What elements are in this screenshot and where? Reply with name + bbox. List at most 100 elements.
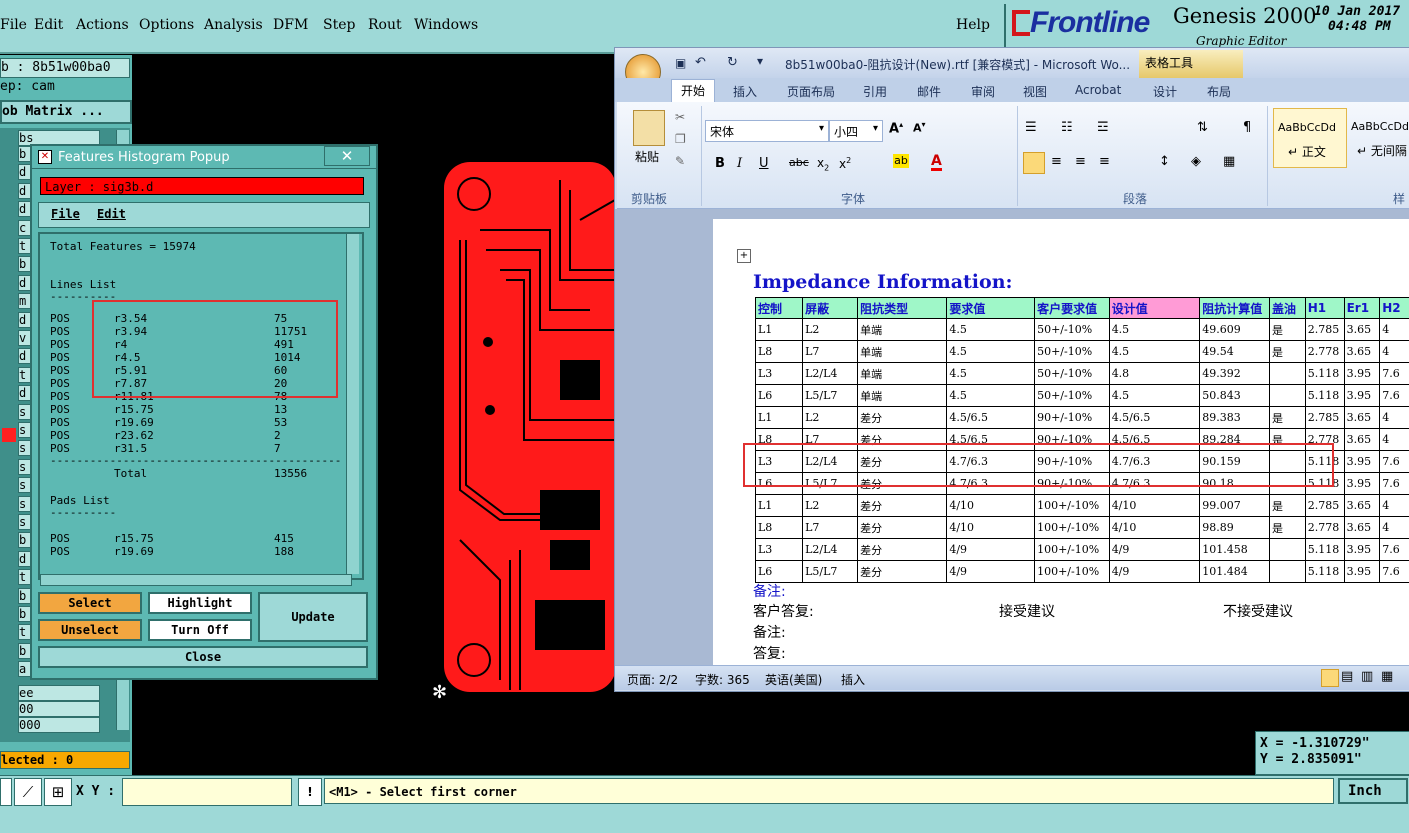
table-cell[interactable]: L8 xyxy=(756,341,803,363)
table-cell[interactable]: L3 xyxy=(756,363,803,385)
units-select[interactable]: Inch xyxy=(1338,778,1408,804)
menu-actions[interactable]: Actions xyxy=(76,17,129,33)
table-cell[interactable]: 3.65 xyxy=(1344,495,1380,517)
table-header-cell[interactable]: Er1 xyxy=(1344,298,1380,319)
menu-windows[interactable]: Windows xyxy=(414,17,478,33)
subscript-icon[interactable]: x2 xyxy=(817,156,829,172)
table-cell[interactable]: 4/9 xyxy=(1109,539,1200,561)
table-cell[interactable]: 50+/-10% xyxy=(1035,341,1110,363)
document-page[interactable]: + Impedance Information: 控制屏蔽阻抗类型要求值客户要求… xyxy=(713,219,1409,665)
table-cell[interactable]: 5.118 xyxy=(1305,385,1344,407)
highlight-color-icon[interactable]: ab xyxy=(893,154,909,168)
table-cell[interactable]: 50+/-10% xyxy=(1035,385,1110,407)
table-cell[interactable]: 差分 xyxy=(858,407,947,429)
shrink-font-icon[interactable]: A▾ xyxy=(913,120,926,135)
popup-menu-edit[interactable]: Edit xyxy=(97,207,126,221)
menu-options[interactable]: Options xyxy=(139,17,194,33)
turn-off-button[interactable]: Turn Off xyxy=(148,619,252,641)
table-cell[interactable]: 4/9 xyxy=(947,539,1035,561)
cut-icon[interactable]: ✂ xyxy=(675,110,685,124)
table-cell[interactable]: L7 xyxy=(803,341,858,363)
table-cell[interactable]: 4/10 xyxy=(947,495,1035,517)
layer-affected-marker[interactable] xyxy=(2,428,16,442)
table-cell[interactable]: 4 xyxy=(1380,341,1409,363)
table-cell[interactable]: 3.65 xyxy=(1344,341,1380,363)
paste-label[interactable]: 粘贴 xyxy=(635,148,659,165)
status-insert-mode[interactable]: 插入 xyxy=(841,671,865,688)
align-right-icon[interactable]: ≡ xyxy=(1075,154,1086,169)
sort-icon[interactable]: ⇅ xyxy=(1197,120,1208,135)
table-cell[interactable]: 4.5 xyxy=(947,319,1035,341)
undo-icon[interactable]: ↶ xyxy=(695,55,706,70)
table-cell[interactable]: 2.785 xyxy=(1305,495,1344,517)
table-cell[interactable]: 4 xyxy=(1380,495,1409,517)
table-cell[interactable]: 单端 xyxy=(858,319,947,341)
status-words[interactable]: 字数: 365 xyxy=(695,671,750,688)
table-header-cell[interactable]: 客户要求值 xyxy=(1035,298,1110,319)
redo-icon[interactable]: ↻ xyxy=(727,55,738,70)
font-name-select[interactable]: 宋体 ▾ xyxy=(705,120,829,142)
table-cell[interactable]: L1 xyxy=(756,319,803,341)
table-header-cell[interactable]: H1 xyxy=(1305,298,1344,319)
menu-help[interactable]: Help xyxy=(956,17,990,33)
table-cell[interactable]: 2.778 xyxy=(1305,517,1344,539)
shading-icon[interactable]: ◈ xyxy=(1191,154,1201,169)
table-header-cell[interactable]: 屏蔽 xyxy=(803,298,858,319)
multilevel-list-icon[interactable]: ☲ xyxy=(1097,120,1109,135)
toolbar-button[interactable] xyxy=(0,778,12,806)
table-move-handle-icon[interactable]: + xyxy=(737,249,751,263)
table-cell[interactable]: L2 xyxy=(803,319,858,341)
table-header-cell[interactable]: 设计值 xyxy=(1109,298,1200,319)
table-cell[interactable]: 7.6 xyxy=(1380,363,1409,385)
table-cell[interactable]: 差分 xyxy=(858,495,947,517)
table-cell[interactable]: 4 xyxy=(1380,429,1409,451)
align-center-icon[interactable]: ≡ xyxy=(1051,154,1062,169)
table-cell[interactable] xyxy=(1270,363,1306,385)
line-spacing-icon[interactable]: ↕ xyxy=(1159,154,1170,169)
style-normal[interactable]: AaBbCcDd ↵ 正文 xyxy=(1273,108,1347,168)
table-cell[interactable]: 差分 xyxy=(858,561,947,583)
show-marks-icon[interactable]: ¶ xyxy=(1243,120,1251,135)
table-cell[interactable]: 100+/-10% xyxy=(1035,539,1110,561)
tab-page-layout[interactable]: 页面布局 xyxy=(787,83,835,100)
tab-acrobat[interactable]: Acrobat xyxy=(1075,83,1121,97)
table-cell[interactable]: L2 xyxy=(803,407,858,429)
layer-row-00[interactable]: 00 xyxy=(18,701,100,717)
table-cell[interactable]: L2 xyxy=(803,495,858,517)
histogram-hscrollbar[interactable] xyxy=(40,574,352,586)
histogram-vscrollbar[interactable] xyxy=(346,234,359,574)
table-cell[interactable]: 4/10 xyxy=(1109,517,1200,539)
align-left-icon[interactable] xyxy=(1023,152,1045,174)
table-cell[interactable]: 4 xyxy=(1380,407,1409,429)
font-color-icon[interactable]: A xyxy=(931,154,942,171)
font-size-select[interactable]: 小四 ▾ xyxy=(829,120,883,142)
table-cell[interactable]: 50.843 xyxy=(1200,385,1270,407)
table-cell[interactable]: 2.778 xyxy=(1305,341,1344,363)
grow-font-icon[interactable]: A▴ xyxy=(889,120,903,136)
select-button[interactable]: Select xyxy=(38,592,142,614)
table-cell[interactable]: 4 xyxy=(1380,517,1409,539)
tab-review[interactable]: 审阅 xyxy=(971,83,995,100)
table-cell[interactable]: 7.6 xyxy=(1380,561,1409,583)
table-cell[interactable]: 3.65 xyxy=(1344,429,1380,451)
layer-row-ee[interactable]: ee xyxy=(18,685,100,701)
menu-file[interactable]: File xyxy=(0,17,27,33)
table-cell[interactable]: 是 xyxy=(1270,407,1306,429)
numbering-icon[interactable]: ☷ xyxy=(1061,120,1073,135)
justify-icon[interactable]: ≡ xyxy=(1099,154,1110,169)
format-painter-icon[interactable]: ✎ xyxy=(675,154,685,168)
web-layout-icon[interactable]: ▥ xyxy=(1361,669,1373,684)
table-cell[interactable]: 4.8 xyxy=(1109,363,1200,385)
popup-menu-file[interactable]: File xyxy=(51,207,80,221)
strikethrough-icon[interactable]: abc xyxy=(789,156,809,169)
table-cell[interactable]: 5.118 xyxy=(1305,561,1344,583)
save-icon[interactable]: ▣ xyxy=(675,56,686,70)
table-header-cell[interactable]: 阻抗类型 xyxy=(858,298,947,319)
table-cell[interactable]: 4.5 xyxy=(1109,341,1200,363)
tab-references[interactable]: 引用 xyxy=(863,83,887,100)
table-cell[interactable]: 89.383 xyxy=(1200,407,1270,429)
table-cell[interactable]: 4.5/6.5 xyxy=(947,407,1035,429)
table-cell[interactable]: 7.6 xyxy=(1380,451,1409,473)
menu-dfm[interactable]: DFM xyxy=(273,17,308,33)
quick-access-dropdown-icon[interactable]: ▾ xyxy=(757,54,763,68)
